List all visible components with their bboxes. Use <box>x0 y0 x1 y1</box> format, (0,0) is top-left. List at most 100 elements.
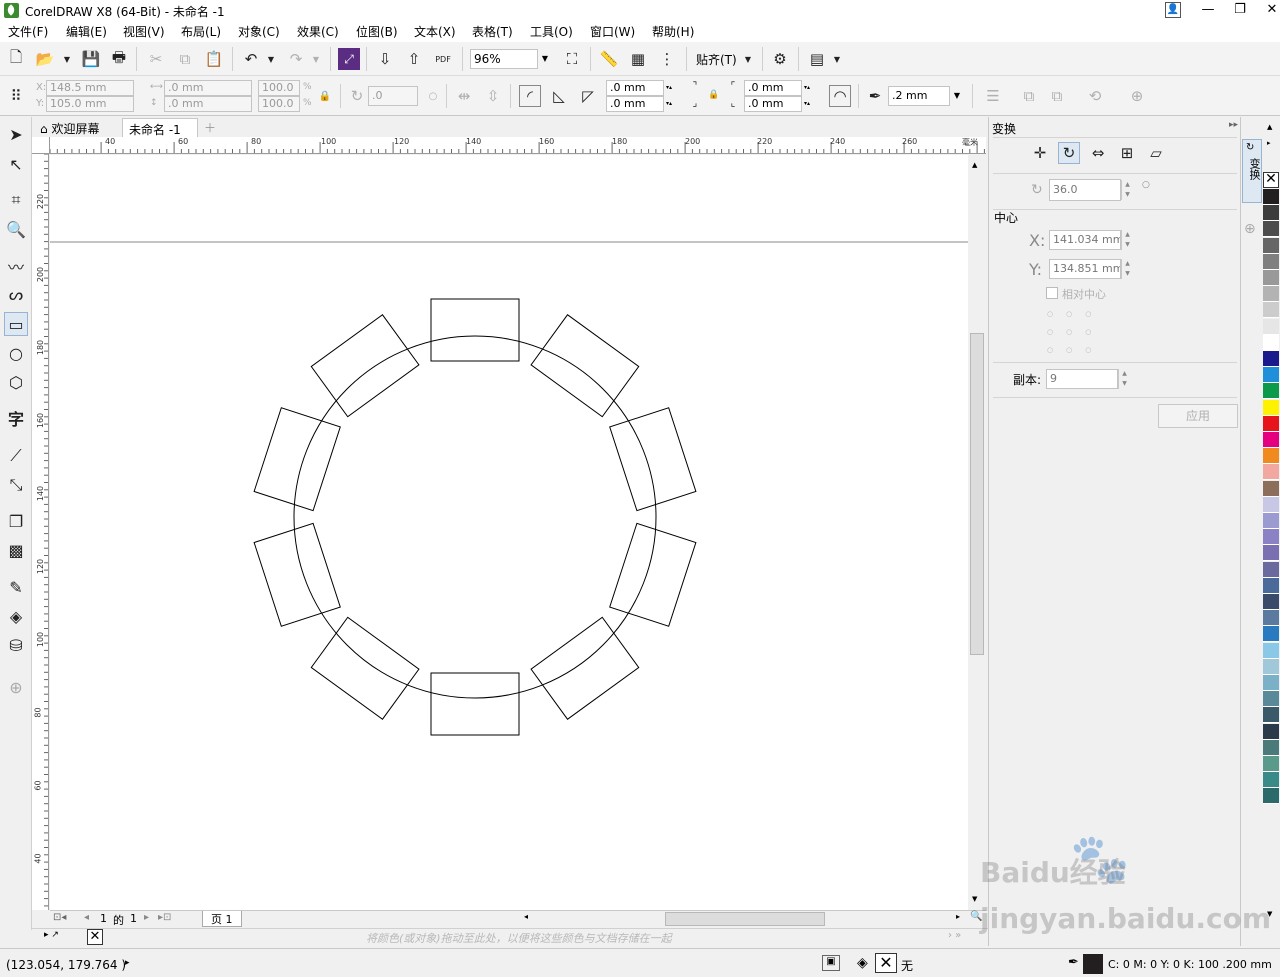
menu-help[interactable]: 帮助(H) <box>652 23 694 40</box>
palette-scroll-icon[interactable]: › » <box>948 930 961 941</box>
close-button[interactable]: ✕ <box>1256 0 1280 20</box>
search-content-icon[interactable]: ⤢ <box>338 48 360 70</box>
zoom-tool-icon[interactable]: 🔍 <box>4 217 28 241</box>
publish-pdf-icon[interactable]: PDF <box>432 48 454 70</box>
palette-swatch[interactable] <box>1263 723 1279 740</box>
angle-spin[interactable]: ▲ ▼ <box>1121 180 1133 200</box>
lock-corners-icon[interactable]: 🔒 <box>707 88 721 102</box>
palette-swatch[interactable] <box>1263 318 1279 335</box>
add-property-icon[interactable]: ⊕ <box>1126 85 1148 107</box>
color-proofing-icon[interactable]: ▣ <box>822 955 840 971</box>
open-dropdown-icon[interactable]: ▼ <box>56 48 78 70</box>
rotate-transform-icon[interactable]: ↻ <box>1058 142 1080 164</box>
status-flyout-icon[interactable]: ▸ <box>125 958 130 968</box>
palette-swatch[interactable] <box>1263 545 1279 562</box>
crop-tool-icon[interactable]: ⌗ <box>4 188 28 212</box>
corner-radius-bottom-right-input[interactable]: .0 mm <box>744 96 802 112</box>
rectangle-shape[interactable] <box>609 522 697 627</box>
text-wrap-icon[interactable]: ☰ <box>982 85 1004 107</box>
first-page-icon[interactable]: ⊡◂ <box>53 912 66 923</box>
palette-swatch[interactable] <box>1263 448 1279 465</box>
size-transform-icon[interactable]: ⊞ <box>1116 142 1138 164</box>
palette-swatch[interactable] <box>1263 658 1279 675</box>
redo-icon[interactable]: ↷ <box>285 48 307 70</box>
palette-flyout-icon[interactable]: ▸ ↗ <box>44 930 59 940</box>
snap-to-menu[interactable]: 贴齐(T) <box>696 51 737 68</box>
palette-swatch[interactable] <box>1263 302 1279 319</box>
transform-docker-tab[interactable]: ↻ 变换 <box>1242 139 1262 203</box>
rotation-angle-input[interactable]: 36.0 <box>1049 179 1121 201</box>
apply-button[interactable]: 应用 <box>1158 404 1238 428</box>
to-front-icon[interactable]: ⧉ <box>1018 85 1040 107</box>
anchor-grid[interactable]: ○○○ ○○○ ○○○ <box>1047 305 1104 359</box>
show-guidelines-icon[interactable]: ⋮ <box>656 48 678 70</box>
palette-flyout-icon[interactable]: ▸ <box>1267 139 1271 147</box>
palette-swatch[interactable] <box>1263 399 1279 416</box>
no-fill-swatch[interactable]: ✕ <box>1263 172 1279 188</box>
add-docker-icon[interactable]: ⊕ <box>1244 221 1256 237</box>
restore-button[interactable]: ❐ <box>1224 0 1256 20</box>
palette-swatch[interactable] <box>1263 189 1279 205</box>
skew-transform-icon[interactable]: ▱ <box>1145 142 1167 164</box>
docker-collapse-icon[interactable]: ▸▸ <box>1229 120 1238 130</box>
menu-object[interactable]: 对象(C) <box>238 23 280 40</box>
pick-tool-icon[interactable]: ➤ <box>4 122 28 146</box>
full-screen-icon[interactable]: ⛶ <box>561 48 583 70</box>
vertical-ruler[interactable]: 220 200 180 160 140 120 100 80 60 40 <box>32 154 49 910</box>
lock-ratio-icon[interactable]: 🔒 <box>318 89 332 103</box>
freehand-tool-icon[interactable]: 〰 <box>4 254 28 278</box>
scale-x-input[interactable]: 100.0 <box>258 80 300 96</box>
palette-swatch[interactable] <box>1263 707 1279 724</box>
center-x-input[interactable]: 141.034 mm <box>1049 230 1121 250</box>
document-palette-bar[interactable]: ▸ ↗ ✕ 将颜色(或对象)拖动至此处，以便将这些颜色与文档存储在一起 › » <box>32 928 988 946</box>
center-x-spin[interactable]: ▲ ▼ <box>1121 230 1133 250</box>
no-color-swatch[interactable]: ✕ <box>87 929 103 945</box>
palette-swatch[interactable] <box>1263 496 1279 513</box>
rectangle-shape[interactable] <box>530 314 640 418</box>
scroll-left-icon[interactable]: ◂ <box>524 912 528 921</box>
add-tool-icon[interactable]: ⊕ <box>4 675 28 699</box>
text-tool-icon[interactable]: 字 <box>4 406 28 430</box>
corner-radius-bottom-left-input[interactable]: .0 mm <box>606 96 664 112</box>
palette-swatch[interactable] <box>1263 367 1279 384</box>
show-grid-icon[interactable]: ▦ <box>627 48 649 70</box>
vertical-scrollbar[interactable]: ▲ ▼ <box>968 155 986 910</box>
palette-swatch[interactable] <box>1263 561 1279 578</box>
palette-swatch[interactable] <box>1263 253 1279 270</box>
corner-radius-spin-1[interactable]: ▾▴ <box>662 80 676 96</box>
palette-swatch[interactable] <box>1263 626 1279 643</box>
menu-bitmaps[interactable]: 位图(B) <box>356 23 398 40</box>
palette-swatch[interactable] <box>1263 432 1279 448</box>
corner-radius-top-left-input[interactable]: .0 mm <box>606 80 664 96</box>
center-y-input[interactable]: 134.851 mm <box>1049 259 1121 279</box>
outline-width-dropdown-icon[interactable]: ▼ <box>950 88 964 104</box>
palette-swatch[interactable] <box>1263 415 1279 432</box>
mirror-horizontal-icon[interactable]: ⇹ <box>453 85 475 107</box>
outline-color-swatch[interactable] <box>1083 954 1103 974</box>
scroll-down-icon[interactable]: ▼ <box>972 895 977 903</box>
palette-swatch[interactable] <box>1263 270 1279 286</box>
palette-swatch[interactable] <box>1263 205 1279 222</box>
rectangle-shape[interactable] <box>430 298 520 362</box>
palette-swatch[interactable] <box>1263 756 1279 772</box>
palette-swatch[interactable] <box>1263 739 1279 756</box>
palette-swatch[interactable] <box>1263 577 1279 594</box>
palette-swatch[interactable] <box>1263 480 1279 497</box>
relative-corner-scaling-icon[interactable]: ◠ <box>829 85 851 107</box>
export-icon[interactable]: ⇧ <box>403 48 425 70</box>
rectangle-shape[interactable] <box>430 672 520 736</box>
rectangle-tool-icon[interactable]: ▭ <box>4 312 28 336</box>
redo-dropdown-icon[interactable]: ▼ <box>305 48 327 70</box>
rectangle-shape[interactable] <box>310 314 420 418</box>
rotation-input[interactable]: .0 <box>368 86 418 106</box>
palette-swatch[interactable] <box>1263 464 1279 481</box>
menu-table[interactable]: 表格(T) <box>472 23 513 40</box>
menu-layout[interactable]: 布局(L) <box>181 23 221 40</box>
menu-file[interactable]: 文件(F) <box>8 23 48 40</box>
menu-window[interactable]: 窗口(W) <box>590 23 635 40</box>
height-input[interactable]: .0 mm <box>164 96 252 112</box>
cut-icon[interactable]: ✂ <box>145 48 167 70</box>
open-icon[interactable]: 📂 <box>34 48 56 70</box>
eyedropper-tool-icon[interactable]: ✎ <box>4 575 28 599</box>
palette-swatch[interactable] <box>1263 610 1279 627</box>
